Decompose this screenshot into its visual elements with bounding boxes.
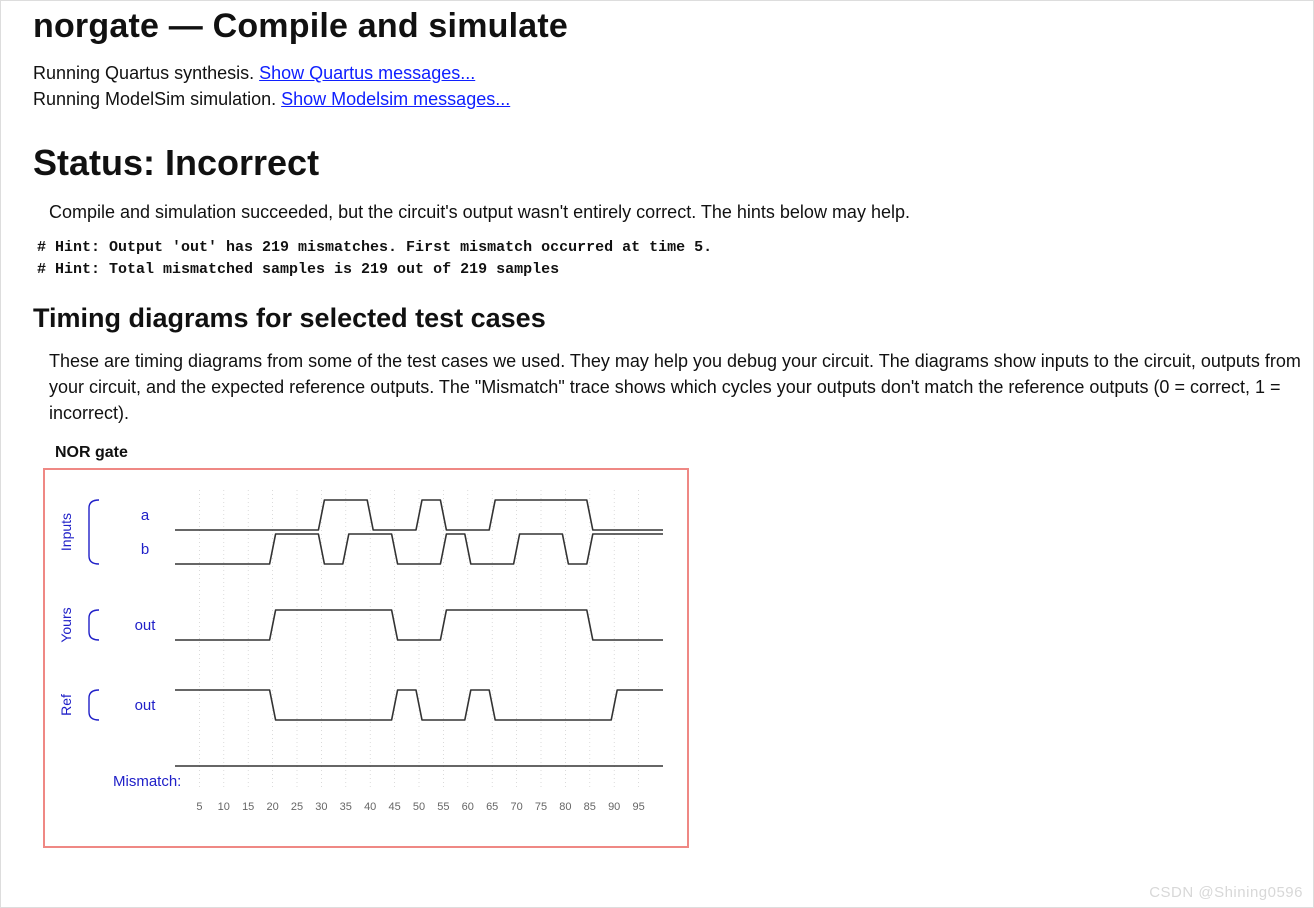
timing-intro: These are timing diagrams from some of t… (33, 348, 1309, 426)
svg-text:out: out (135, 617, 157, 634)
svg-text:65: 65 (486, 801, 498, 813)
svg-text:Inputs: Inputs (58, 513, 74, 551)
diagram-title: NOR gate (55, 444, 1313, 462)
svg-text:85: 85 (584, 801, 596, 813)
svg-text:50: 50 (413, 801, 425, 813)
timing-heading: Timing diagrams for selected test cases (33, 303, 1313, 334)
svg-text:90: 90 (608, 801, 620, 813)
status-description: Compile and simulation succeeded, but th… (33, 202, 1313, 223)
svg-text:95: 95 (632, 801, 644, 813)
svg-text:40: 40 (364, 801, 376, 813)
quartus-run-text: Running Quartus synthesis. (33, 63, 259, 83)
svg-text:75: 75 (535, 801, 547, 813)
status-heading: Status: Incorrect (33, 142, 1313, 184)
page-container: norgate — Compile and simulate Running Q… (0, 0, 1314, 908)
svg-text:Yours: Yours (58, 607, 74, 642)
modelsim-run-line: Running ModelSim simulation. Show Models… (33, 86, 1313, 112)
page-title: norgate — Compile and simulate (33, 7, 1313, 46)
content: norgate — Compile and simulate Running Q… (1, 1, 1313, 848)
svg-text:20: 20 (266, 801, 278, 813)
svg-text:a: a (141, 507, 150, 524)
hint-block: # Hint: Output 'out' has 219 mismatches.… (37, 237, 1313, 281)
svg-text:5: 5 (196, 801, 202, 813)
modelsim-run-text: Running ModelSim simulation. (33, 89, 281, 109)
svg-text:70: 70 (510, 801, 522, 813)
svg-text:60: 60 (462, 801, 474, 813)
watermark: CSDN @Shining0596 (1149, 884, 1303, 901)
svg-text:55: 55 (437, 801, 449, 813)
svg-text:out: out (135, 697, 157, 714)
svg-text:b: b (141, 541, 149, 558)
timing-diagram: 5 10 15 20 25 30 35 40 45 50 55 60 65 70 75 80 85 90 95 Inp… (43, 468, 689, 848)
svg-text:25: 25 (291, 801, 303, 813)
svg-text:10: 10 (218, 801, 230, 813)
svg-text:Mismatch:: Mismatch: (113, 773, 181, 790)
svg-text:80: 80 (559, 801, 571, 813)
svg-text:15: 15 (242, 801, 254, 813)
quartus-run-line: Running Quartus synthesis. Show Quartus … (33, 60, 1313, 86)
show-modelsim-messages-link[interactable]: Show Modelsim messages... (281, 89, 510, 109)
svg-text:45: 45 (388, 801, 400, 813)
timing-diagram-svg: 5 10 15 20 25 30 35 40 45 50 55 60 65 70 75 80 85 90 95 Inp… (45, 470, 687, 846)
svg-text:Ref: Ref (58, 694, 74, 716)
svg-text:30: 30 (315, 801, 327, 813)
show-quartus-messages-link[interactable]: Show Quartus messages... (259, 63, 475, 83)
svg-text:35: 35 (340, 801, 352, 813)
